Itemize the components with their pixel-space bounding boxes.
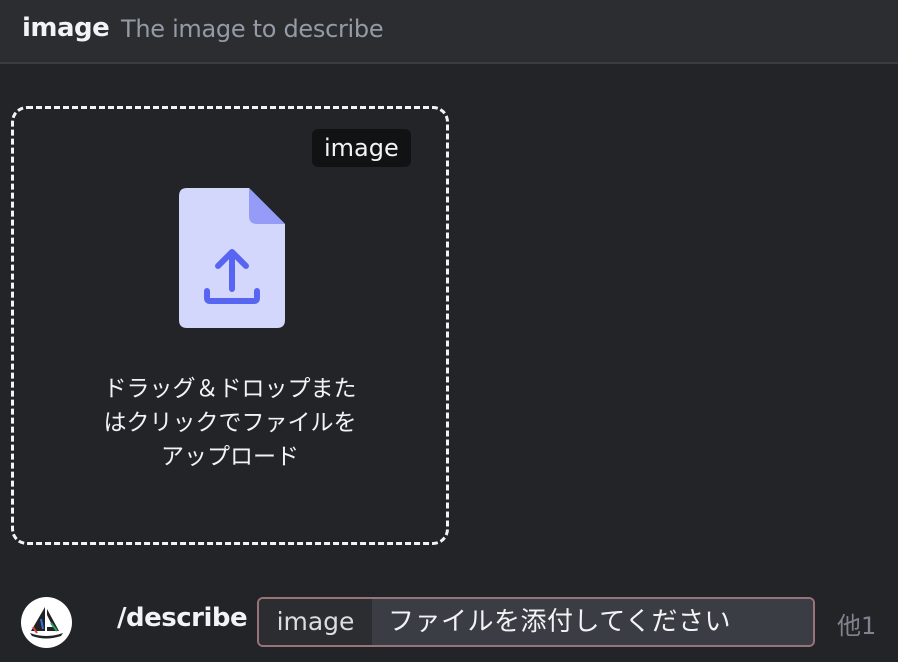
more-options-count[interactable]: 他1	[837, 606, 876, 641]
upload-instruction-line: ドラッグ＆ドロップまた	[103, 376, 357, 402]
bot-avatar	[21, 597, 72, 648]
parameter-value-input[interactable]: ファイルを添付してください	[372, 599, 813, 645]
command-parameter[interactable]: image ファイルを添付してください	[257, 597, 815, 647]
upload-instruction-line: アップロード	[161, 444, 299, 470]
parameter-name: image	[259, 599, 372, 645]
upload-instructions: ドラッグ＆ドロップまた はクリックでファイルを アップロード	[34, 372, 426, 474]
option-name: image	[22, 13, 110, 43]
option-description: The image to describe	[121, 15, 384, 43]
file-upload-dropzone[interactable]: image ドラッグ＆ドロップまた はクリックでファイルを アップロード	[11, 106, 449, 545]
option-header: image The image to describe	[0, 0, 898, 64]
upload-badge: image	[312, 129, 411, 167]
upload-instruction-line: はクリックでファイルを	[103, 410, 357, 436]
file-upload-icon	[179, 188, 285, 328]
midjourney-boat-icon	[30, 607, 63, 639]
command-name: /describe	[117, 603, 248, 633]
